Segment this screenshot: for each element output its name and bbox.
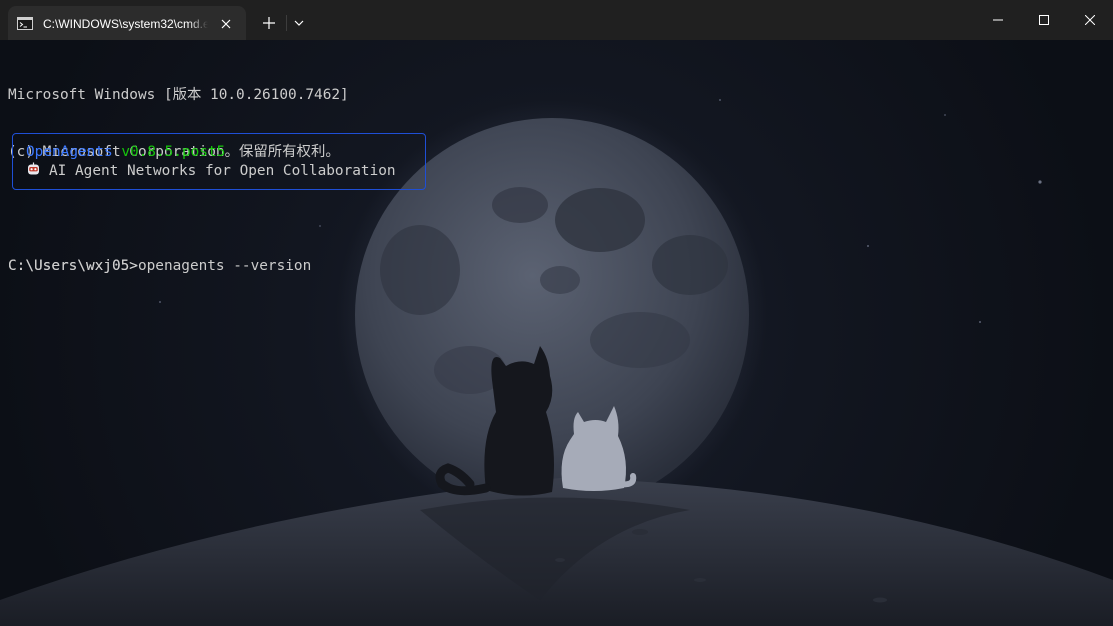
- title-bar: C:\WINDOWS\system32\cmd.exe: [0, 0, 1113, 40]
- tab-cmd[interactable]: C:\WINDOWS\system32\cmd.exe: [8, 6, 246, 40]
- openagents-version-box: OpenAgents v0.8.5.post5 AI Agent Network…: [12, 133, 426, 190]
- terminal-area[interactable]: Microsoft Windows [版本 10.0.26100.7462] (…: [0, 40, 1113, 626]
- tab-title: C:\WINDOWS\system32\cmd.exe: [43, 17, 208, 31]
- plus-icon[interactable]: [258, 12, 280, 34]
- minimize-button[interactable]: [975, 0, 1021, 40]
- maximize-icon: [1039, 15, 1049, 25]
- cmd-icon: [17, 17, 33, 30]
- robot-icon: [28, 162, 39, 175]
- version-number: v0.8.5.post5: [121, 144, 226, 160]
- terminal-line: Microsoft Windows [版本 10.0.26100.7462]: [8, 87, 349, 103]
- close-icon: [1085, 15, 1095, 25]
- titlebar-divider: [286, 15, 287, 31]
- close-window-button[interactable]: [1067, 0, 1113, 40]
- chevron-down-icon[interactable]: [290, 14, 308, 32]
- tagline-line: AI Agent Networks for Open Collaboration: [26, 162, 396, 181]
- close-icon[interactable]: [218, 16, 234, 32]
- command-prompt[interactable]: C:\Users\wxj05>: [8, 257, 138, 276]
- maximize-button[interactable]: [1021, 0, 1067, 40]
- tagline: AI Agent Networks for Open Collaboration: [49, 163, 396, 179]
- terminal-prompt-area: C:\Users\wxj05>: [8, 219, 138, 314]
- version-line: OpenAgents v0.8.5.post5: [26, 143, 225, 162]
- brand-name: OpenAgents: [26, 144, 113, 160]
- minimize-icon: [993, 19, 1003, 21]
